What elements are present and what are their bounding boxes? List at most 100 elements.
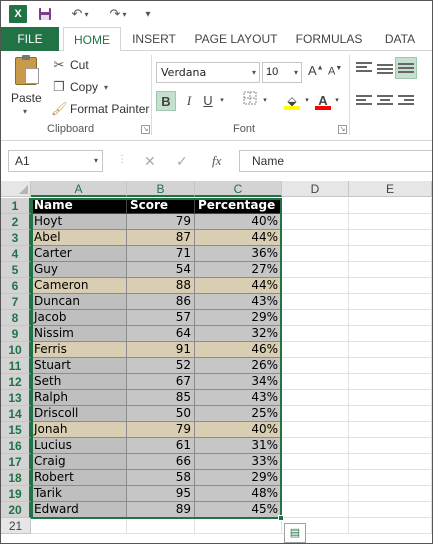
tab-file[interactable]: FILE: [1, 27, 59, 51]
table-cell[interactable]: 88: [127, 278, 195, 294]
column-header-e[interactable]: E: [349, 181, 432, 197]
column-header-d[interactable]: D: [282, 181, 349, 197]
select-all-button[interactable]: [1, 181, 31, 197]
table-cell[interactable]: [282, 278, 349, 294]
tab-insert[interactable]: INSERT: [125, 27, 183, 51]
table-cell[interactable]: 61: [127, 438, 195, 454]
row-header[interactable]: 14: [1, 406, 31, 422]
table-cell[interactable]: 32%: [195, 326, 282, 342]
table-cell[interactable]: [282, 422, 349, 438]
italic-button[interactable]: I: [181, 91, 197, 111]
table-cell[interactable]: Robert: [31, 470, 127, 486]
table-cell[interactable]: 64: [127, 326, 195, 342]
column-header-c[interactable]: C: [195, 181, 282, 197]
row-header[interactable]: 21: [1, 518, 31, 534]
table-cell[interactable]: [349, 230, 432, 246]
chevron-down-icon[interactable]: ▾: [303, 91, 311, 111]
table-cell[interactable]: Tarik: [31, 486, 127, 502]
row-header[interactable]: 17: [1, 454, 31, 470]
table-cell[interactable]: [349, 310, 432, 326]
align-bottom-button[interactable]: [395, 57, 417, 79]
align-left-icon[interactable]: [356, 95, 372, 109]
table-cell[interactable]: 29%: [195, 470, 282, 486]
table-cell[interactable]: 79: [127, 214, 195, 230]
table-cell[interactable]: [282, 406, 349, 422]
tab-data[interactable]: DATA: [375, 27, 425, 51]
table-cell[interactable]: 29%: [195, 310, 282, 326]
row-header[interactable]: 8: [1, 310, 31, 326]
table-cell[interactable]: [282, 214, 349, 230]
table-cell[interactable]: Ferris: [31, 342, 127, 358]
shrink-font-button[interactable]: A▼: [328, 65, 342, 78]
table-cell[interactable]: Edward: [31, 502, 127, 518]
table-cell[interactable]: [282, 438, 349, 454]
table-cell[interactable]: 89: [127, 502, 195, 518]
row-header[interactable]: 19: [1, 486, 31, 502]
worksheet-grid[interactable]: A B C D E 1 Name Score Percentage 2 Hoyt 79 40% 3 Abel…: [1, 181, 432, 543]
table-cell[interactable]: [282, 198, 349, 214]
table-cell[interactable]: [282, 358, 349, 374]
row-header[interactable]: 11: [1, 358, 31, 374]
table-cell[interactable]: 34%: [195, 374, 282, 390]
table-cell[interactable]: [349, 422, 432, 438]
table-cell[interactable]: [349, 326, 432, 342]
table-cell[interactable]: Cameron: [31, 278, 127, 294]
table-cell[interactable]: 46%: [195, 342, 282, 358]
row-header[interactable]: 7: [1, 294, 31, 310]
formula-input[interactable]: Name: [239, 150, 432, 172]
table-cell[interactable]: [349, 214, 432, 230]
table-cell[interactable]: [282, 246, 349, 262]
table-cell[interactable]: 27%: [195, 262, 282, 278]
table-cell[interactable]: Hoyt: [31, 214, 127, 230]
table-cell[interactable]: [349, 246, 432, 262]
column-header-a[interactable]: A: [31, 181, 127, 197]
table-cell[interactable]: [349, 518, 432, 534]
table-cell[interactable]: 48%: [195, 486, 282, 502]
undo-icon[interactable]: ↶ ▾: [65, 5, 95, 23]
enter-icon[interactable]: ✓: [176, 153, 188, 170]
grow-font-button[interactable]: A▲: [308, 63, 324, 78]
table-cell[interactable]: Jonah: [31, 422, 127, 438]
table-cell[interactable]: [349, 262, 432, 278]
chevron-down-icon[interactable]: ▾: [261, 91, 269, 111]
table-cell[interactable]: [349, 486, 432, 502]
tab-formulas[interactable]: FORMULAS: [289, 27, 369, 51]
row-header[interactable]: 12: [1, 374, 31, 390]
paste-button[interactable]: Paste ▾: [9, 55, 45, 117]
quick-analysis-icon[interactable]: ▤: [284, 523, 306, 543]
table-cell[interactable]: 85: [127, 390, 195, 406]
table-cell[interactable]: [282, 262, 349, 278]
redo-icon[interactable]: ↷ ▾: [103, 5, 133, 23]
row-header[interactable]: 6: [1, 278, 31, 294]
row-header[interactable]: 20: [1, 502, 31, 518]
table-header-cell[interactable]: Name: [31, 198, 127, 214]
table-cell[interactable]: [127, 518, 195, 534]
table-cell[interactable]: [282, 294, 349, 310]
table-cell[interactable]: Carter: [31, 246, 127, 262]
clipboard-launcher-icon[interactable]: ↘: [141, 125, 150, 134]
row-header[interactable]: 18: [1, 470, 31, 486]
table-cell[interactable]: [282, 470, 349, 486]
table-cell[interactable]: [282, 486, 349, 502]
table-cell[interactable]: [349, 342, 432, 358]
customize-qat-icon[interactable]: ▾: [141, 5, 155, 23]
table-cell[interactable]: [349, 454, 432, 470]
table-cell[interactable]: [349, 502, 432, 518]
table-cell[interactable]: [282, 310, 349, 326]
table-cell[interactable]: [349, 390, 432, 406]
table-cell[interactable]: 40%: [195, 214, 282, 230]
table-cell[interactable]: Duncan: [31, 294, 127, 310]
table-cell[interactable]: [282, 390, 349, 406]
table-cell[interactable]: 71: [127, 246, 195, 262]
table-cell[interactable]: 57: [127, 310, 195, 326]
save-icon[interactable]: [37, 5, 53, 23]
table-cell[interactable]: 54: [127, 262, 195, 278]
table-cell[interactable]: Seth: [31, 374, 127, 390]
fill-handle[interactable]: [278, 515, 284, 521]
chevron-down-icon[interactable]: ▾: [333, 91, 341, 111]
table-cell[interactable]: Lucius: [31, 438, 127, 454]
cancel-icon[interactable]: ✕: [144, 153, 156, 170]
table-cell[interactable]: Craig: [31, 454, 127, 470]
table-cell[interactable]: 33%: [195, 454, 282, 470]
table-cell[interactable]: 31%: [195, 438, 282, 454]
